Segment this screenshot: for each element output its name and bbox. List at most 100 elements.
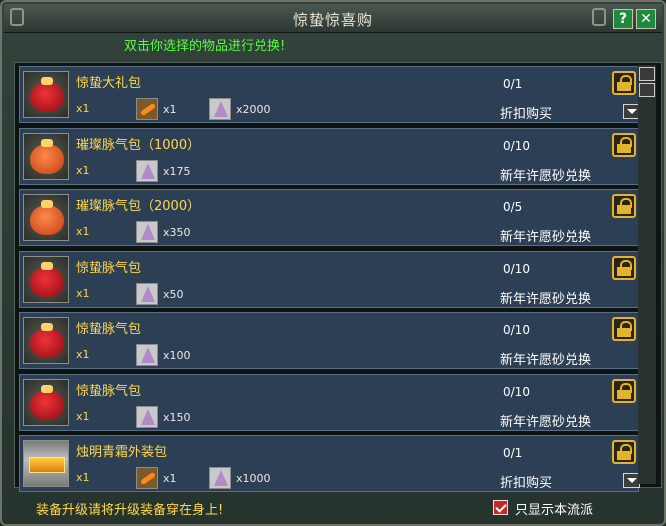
- feather-shape: [140, 102, 156, 117]
- lock-body-shape: [617, 143, 631, 153]
- outfit-box-shape: [29, 457, 65, 473]
- lock-body-shape: [617, 389, 631, 399]
- purchase-count: 0/10: [503, 138, 530, 153]
- cost-amount: x2000: [236, 103, 271, 116]
- lock-body-shape: [617, 82, 631, 91]
- cost-amount: x350: [163, 226, 191, 239]
- item-quantity: x1: [76, 286, 90, 300]
- item-row[interactable]: 惊蛰脉气包 x1 x100 0/10 新年许愿砂兑换: [19, 312, 639, 369]
- purchase-count: 0/10: [503, 384, 530, 399]
- item-name: 惊蛰脉气包: [76, 322, 142, 337]
- scroll-up-icon[interactable]: [639, 67, 655, 81]
- purchase-count: 0/1: [503, 446, 523, 460]
- item-name: 璀璨脉气包（1000）: [76, 137, 201, 153]
- crystal-shape: [141, 408, 155, 425]
- red-gift-bag-icon[interactable]: [23, 71, 69, 118]
- purchase-method: 折扣购买: [500, 107, 553, 122]
- crystal-icon[interactable]: [136, 159, 158, 182]
- window-title: 惊蛰惊喜购: [292, 11, 373, 29]
- item-row[interactable]: 璀璨脉气包（1000） x1 x175 0/10 新年许愿砂兑换: [19, 127, 639, 185]
- purchase-method: 新年许愿砂兑换: [500, 291, 592, 307]
- feather-icon[interactable]: [136, 98, 158, 120]
- exchange-window: 惊蛰惊喜购 ? ✕ 双击你选择的物品进行兑换! 惊蛰大礼包 x1 x1 x2000 0/…: [0, 0, 666, 526]
- purchase-method: 新年许愿砂兑换: [500, 168, 592, 184]
- cost-amount: x1: [163, 103, 177, 116]
- red-gift-bag-icon[interactable]: [23, 378, 69, 426]
- crystal-icon[interactable]: [136, 282, 158, 305]
- item-name: 惊蛰脉气包: [76, 383, 142, 399]
- orange-pouch-icon[interactable]: [23, 194, 69, 241]
- lock-icon[interactable]: [612, 71, 636, 95]
- crystal-icon[interactable]: [209, 467, 231, 489]
- item-quantity: x1: [76, 225, 90, 238]
- footer-hint: 装备升级请将升级装备穿在身上!: [36, 503, 224, 518]
- lock-icon[interactable]: [612, 378, 636, 403]
- purchase-method: 新年许愿砂兑换: [500, 230, 592, 245]
- lock-body-shape: [617, 266, 631, 276]
- item-row[interactable]: 烛明青霜外装包 x1 x1 x1000 0/1 折扣购买: [19, 435, 640, 492]
- crystal-icon[interactable]: [136, 344, 158, 366]
- bag-tie-shape: [41, 77, 53, 85]
- bag-tie-shape: [41, 261, 53, 270]
- lock-body-shape: [617, 328, 631, 337]
- purchase-method: 新年许愿砂兑换: [500, 353, 592, 368]
- cost-amount: x100: [163, 349, 191, 362]
- scroll-down-icon[interactable]: [639, 83, 655, 97]
- item-quantity: x1: [76, 409, 90, 423]
- crystal-icon[interactable]: [136, 405, 158, 428]
- red-gift-bag-icon[interactable]: [23, 317, 69, 364]
- purchase-method: 折扣购买: [500, 476, 553, 491]
- purchase-count: 0/1: [503, 77, 523, 91]
- cost-amount: x150: [163, 410, 191, 424]
- bag-tie-shape: [41, 384, 53, 393]
- crystal-icon[interactable]: [136, 221, 158, 243]
- bag-shape: [30, 328, 64, 358]
- help-button[interactable]: ?: [613, 9, 633, 29]
- bag-tie-shape: [41, 200, 53, 208]
- item-quantity: x1: [76, 471, 90, 484]
- bag-shape: [30, 266, 64, 297]
- purchase-method: 新年许愿砂兑换: [500, 414, 592, 430]
- item-row[interactable]: 惊蛰脉气包 x1 x50 0/10 新年许愿砂兑换: [19, 250, 639, 308]
- item-quantity: x1: [76, 102, 90, 115]
- crystal-shape: [141, 285, 155, 302]
- item-row[interactable]: 惊蛰大礼包 x1 x1 x2000 0/1 折扣购买: [19, 66, 640, 123]
- lock-icon[interactable]: [612, 194, 636, 218]
- item-name: 璀璨脉气包（2000）: [76, 199, 201, 214]
- red-gift-bag-icon[interactable]: [23, 255, 69, 303]
- cost-amount: x1: [163, 472, 177, 485]
- scrollbar[interactable]: [638, 65, 656, 484]
- bag-shape: [30, 205, 64, 235]
- bag-shape: [30, 389, 64, 420]
- golden-outfit-box-icon[interactable]: [23, 440, 69, 487]
- filter-checkbox[interactable]: [493, 500, 508, 515]
- crystal-icon[interactable]: [209, 98, 231, 120]
- lock-icon[interactable]: [612, 440, 636, 464]
- cost-amount: x175: [163, 164, 191, 178]
- item-row[interactable]: 惊蛰脉气包 x1 x150 0/10 新年许愿砂兑换: [19, 373, 639, 431]
- item-row[interactable]: 璀璨脉气包（2000） x1 x350 0/5 新年许愿砂兑换: [19, 189, 639, 246]
- cost-amount: x1000: [236, 472, 271, 485]
- crystal-shape: [141, 162, 155, 179]
- crystal-shape: [141, 224, 155, 240]
- filter-checkbox-label[interactable]: 只显示本流派: [515, 499, 593, 518]
- lock-icon[interactable]: [612, 317, 636, 341]
- crystal-shape: [214, 101, 228, 117]
- feather-icon[interactable]: [136, 467, 158, 489]
- bag-shape: [30, 143, 64, 174]
- crystal-shape: [141, 347, 155, 363]
- instruction-text: 双击你选择的物品进行兑换!: [124, 39, 286, 54]
- crystal-shape: [214, 470, 228, 486]
- item-name: 惊蛰脉气包: [76, 260, 142, 276]
- title-bar[interactable]: 惊蛰惊喜购 ? ✕: [4, 4, 662, 33]
- purchase-count: 0/5: [503, 200, 523, 214]
- bag-shape: [30, 82, 64, 112]
- orange-pouch-icon[interactable]: [23, 132, 69, 180]
- lock-icon[interactable]: [612, 255, 636, 280]
- item-list: 惊蛰大礼包 x1 x1 x2000 0/1 折扣购买 璀璨脉气包（1000） x1 x175 0/…: [14, 62, 662, 492]
- close-button[interactable]: ✕: [636, 9, 656, 29]
- item-name: 烛明青霜外装包: [76, 445, 168, 460]
- item-name: 惊蛰大礼包: [76, 76, 142, 91]
- lock-body-shape: [617, 451, 631, 460]
- lock-icon[interactable]: [612, 132, 636, 157]
